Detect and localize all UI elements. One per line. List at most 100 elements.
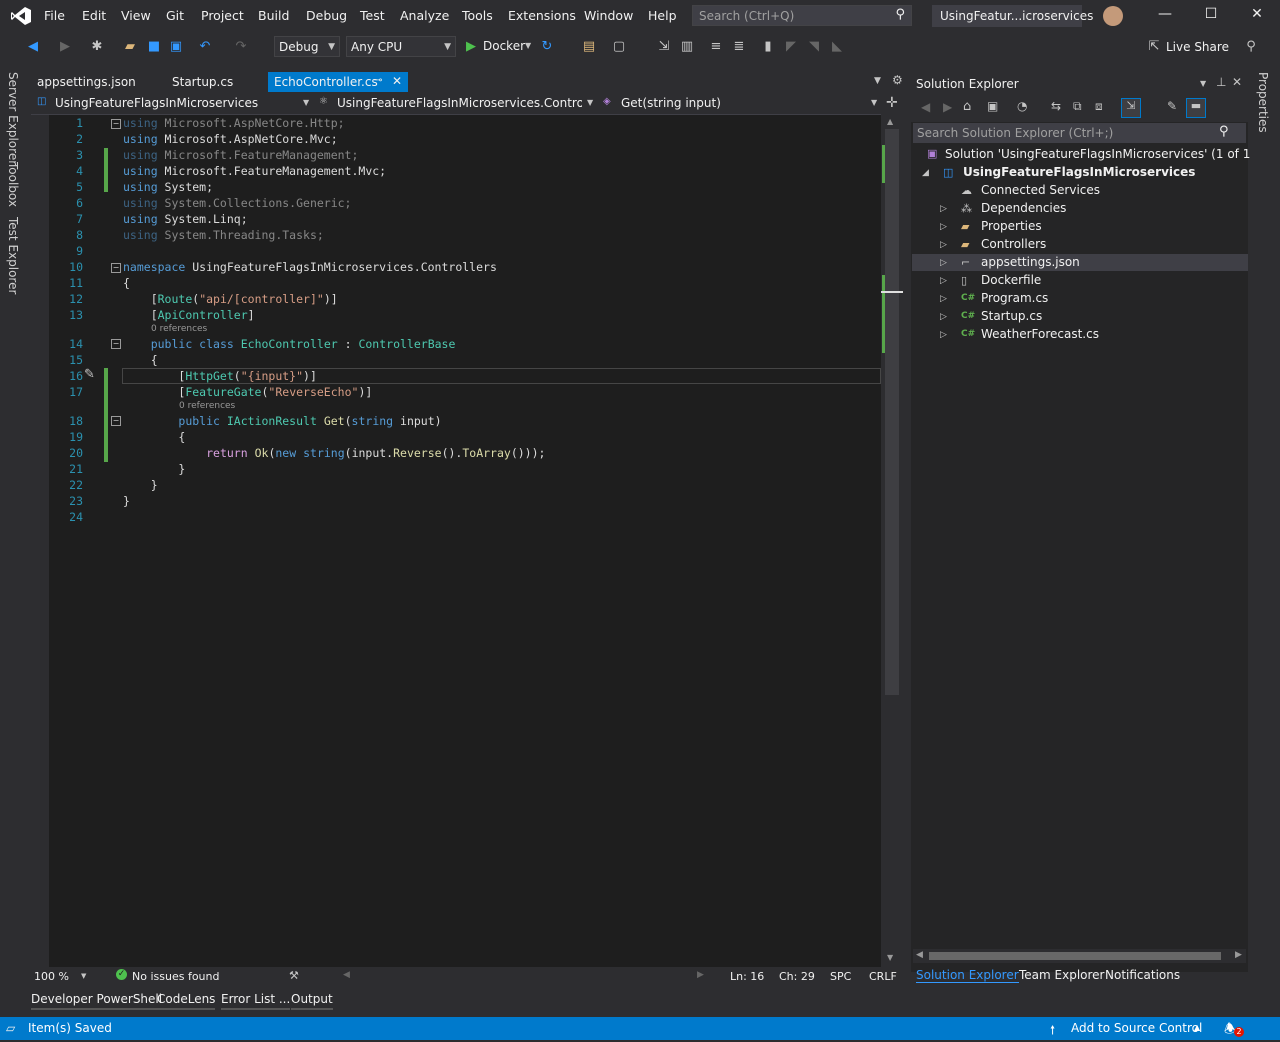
quick-action-icon[interactable]: ✎	[84, 367, 95, 382]
code-line[interactable]: using System.Linq;	[123, 212, 248, 226]
solution-horizontal-scrollbar[interactable]: ◀ ▶	[913, 949, 1246, 963]
refresh-icon[interactable]: ↻	[538, 38, 556, 56]
screen-icon[interactable]: ▢	[610, 38, 628, 56]
properties-toggle-icon[interactable]: ▬	[1186, 98, 1206, 118]
save-icon[interactable]: ■	[145, 38, 163, 56]
code-line[interactable]: namespace UsingFeatureFlagsInMicroservic…	[123, 260, 497, 274]
code-line[interactable]: [HttpGet("{input}")]	[123, 369, 317, 383]
menu-help[interactable]: Help	[648, 8, 677, 23]
collapsed-arrow-icon[interactable]: ▷	[940, 258, 947, 268]
tab-test-explorer[interactable]: Test Explorer	[6, 217, 20, 294]
visual-studio-logo-icon[interactable]	[10, 6, 32, 26]
expanded-arrow-icon[interactable]: ◢	[922, 168, 929, 178]
minimize-icon[interactable]: —	[1153, 6, 1177, 26]
code-line[interactable]: }	[123, 462, 185, 476]
chevron-down-icon[interactable]: ▼	[525, 41, 531, 50]
menu-project[interactable]: Project	[201, 8, 244, 23]
redo-icon[interactable]: ↷	[232, 38, 250, 56]
code-editor[interactable]	[31, 115, 881, 967]
collapsed-arrow-icon[interactable]: ▷	[940, 330, 947, 340]
bookmark-next-icon[interactable]: ◥	[805, 38, 823, 56]
feedback-icon[interactable]: ⚲	[1242, 38, 1260, 56]
search-input[interactable]: Search (Ctrl+Q) ⚲	[692, 5, 912, 26]
scroll-right-icon[interactable]: ▶	[1235, 950, 1242, 960]
scrollbar-thumb[interactable]	[929, 952, 1221, 960]
code-line[interactable]: [FeatureGate("ReverseEcho")]	[123, 385, 372, 399]
editor-scrollbar[interactable]: ▲ ▼	[881, 115, 903, 967]
code-line[interactable]: }	[123, 494, 130, 508]
project-dropdown[interactable]: ◫ UsingFeatureFlagsInMicroservices ▼	[33, 93, 313, 113]
member-dropdown[interactable]: ◈ Get(string input) ▼	[601, 93, 879, 113]
tab-codelens[interactable]: CodeLens	[157, 992, 216, 1010]
sync-icon[interactable]: ⇆	[1051, 99, 1061, 113]
tree-item-weatherforecast[interactable]: WeatherForecast.cs	[981, 327, 1099, 341]
preview-selected-icon[interactable]: ⇲	[1121, 98, 1141, 118]
add-to-source-control-button[interactable]: Add to Source Control	[1071, 1021, 1202, 1035]
pin-icon[interactable]: ⊸	[374, 75, 382, 86]
collapse-icon[interactable]: −	[111, 119, 121, 129]
gear-icon[interactable]: ⚙	[892, 73, 903, 87]
tab-developer-powershell[interactable]: Developer PowerShell	[31, 992, 163, 1010]
chevron-down-icon[interactable]: ▼	[81, 972, 86, 980]
code-line[interactable]: }	[123, 478, 158, 492]
show-all-files-icon[interactable]: ⧈	[1095, 99, 1103, 114]
menu-analyze[interactable]: Analyze	[400, 8, 449, 23]
menu-debug[interactable]: Debug	[306, 8, 347, 23]
scrollbar-thumb[interactable]	[885, 129, 899, 695]
tree-item-properties[interactable]: Properties	[981, 219, 1042, 233]
menu-file[interactable]: File	[44, 8, 65, 23]
scroll-left-icon[interactable]: ◀	[916, 950, 923, 960]
code-line[interactable]: return Ok(new string(input.Reverse().ToA…	[123, 446, 545, 460]
indent-icon[interactable]: ≡	[707, 38, 725, 56]
line-ending-indicator[interactable]: CRLF	[869, 970, 897, 983]
solution-search-input[interactable]: Search Solution Explorer (Ctrl+;) ⚲	[913, 123, 1246, 143]
menu-test[interactable]: Test	[360, 8, 385, 23]
new-item-icon[interactable]: ✱	[88, 38, 106, 56]
home-icon[interactable]: ⌂	[963, 99, 971, 114]
chevron-up-icon[interactable]: ▲	[1194, 1023, 1200, 1032]
codelens-references[interactable]: 0 references	[151, 324, 207, 334]
layout-icon[interactable]: ▥	[678, 38, 696, 56]
menu-window[interactable]: Window	[584, 8, 633, 23]
brush-icon[interactable]: ⚒	[289, 969, 299, 982]
code-line[interactable]: public class EchoController : Controller…	[123, 337, 456, 351]
code-line[interactable]: using Microsoft.AspNetCore.Mvc;	[123, 132, 338, 146]
collapse-icon[interactable]: −	[111, 416, 121, 426]
browse-icon[interactable]: ▤	[580, 38, 598, 56]
tree-item-appsettings[interactable]: appsettings.json	[981, 255, 1080, 269]
code-line[interactable]: {	[123, 276, 130, 290]
maximize-icon[interactable]: ☐	[1199, 6, 1223, 26]
collapsed-arrow-icon[interactable]: ▷	[940, 222, 947, 232]
code-line[interactable]: {	[123, 430, 185, 444]
tab-notifications[interactable]: Notifications	[1105, 968, 1180, 982]
tab-solution-explorer[interactable]: Solution Explorer	[916, 968, 1019, 983]
collapsed-arrow-icon[interactable]: ▷	[940, 240, 947, 250]
collapsed-arrow-icon[interactable]: ▷	[940, 312, 947, 322]
tree-item-connected-services[interactable]: Connected Services	[981, 183, 1100, 197]
tab-error-list[interactable]: Error List ...	[221, 992, 291, 1010]
menu-tools[interactable]: Tools	[462, 8, 493, 23]
collapsed-arrow-icon[interactable]: ▷	[940, 276, 947, 286]
tab-appsettings[interactable]: appsettings.json	[31, 72, 161, 92]
open-folder-icon[interactable]: ▰	[121, 38, 139, 56]
tab-output[interactable]: Output	[291, 992, 333, 1010]
menu-build[interactable]: Build	[258, 8, 289, 23]
tree-item-dockerfile[interactable]: Dockerfile	[981, 273, 1041, 287]
tab-toolbox[interactable]: Toolbox	[6, 162, 20, 207]
undo-icon[interactable]: ↶	[196, 38, 214, 56]
tree-item-startup[interactable]: Startup.cs	[981, 309, 1042, 323]
live-share-button[interactable]: Live Share	[1166, 40, 1229, 54]
code-line[interactable]: {	[123, 353, 158, 367]
scroll-up-icon[interactable]: ▲	[887, 117, 893, 126]
code-line[interactable]: using Microsoft.AspNetCore.Http;	[123, 116, 345, 130]
code-line[interactable]: [Route("api/[controller]")]	[123, 292, 338, 306]
scroll-down-icon[interactable]: ▼	[887, 953, 893, 962]
code-line[interactable]: using System;	[123, 180, 213, 194]
platform-select[interactable]: Any CPU ▼	[346, 36, 456, 57]
bookmark-prev-icon[interactable]: ◤	[782, 38, 800, 56]
tab-list-chevron-down-icon[interactable]: ▼	[874, 76, 881, 86]
code-line[interactable]: using Microsoft.FeatureManagement;	[123, 148, 358, 162]
run-target-button[interactable]: Docker	[483, 39, 525, 53]
issues-status[interactable]: No issues found	[132, 970, 219, 983]
code-line[interactable]: using System.Collections.Generic;	[123, 196, 352, 210]
